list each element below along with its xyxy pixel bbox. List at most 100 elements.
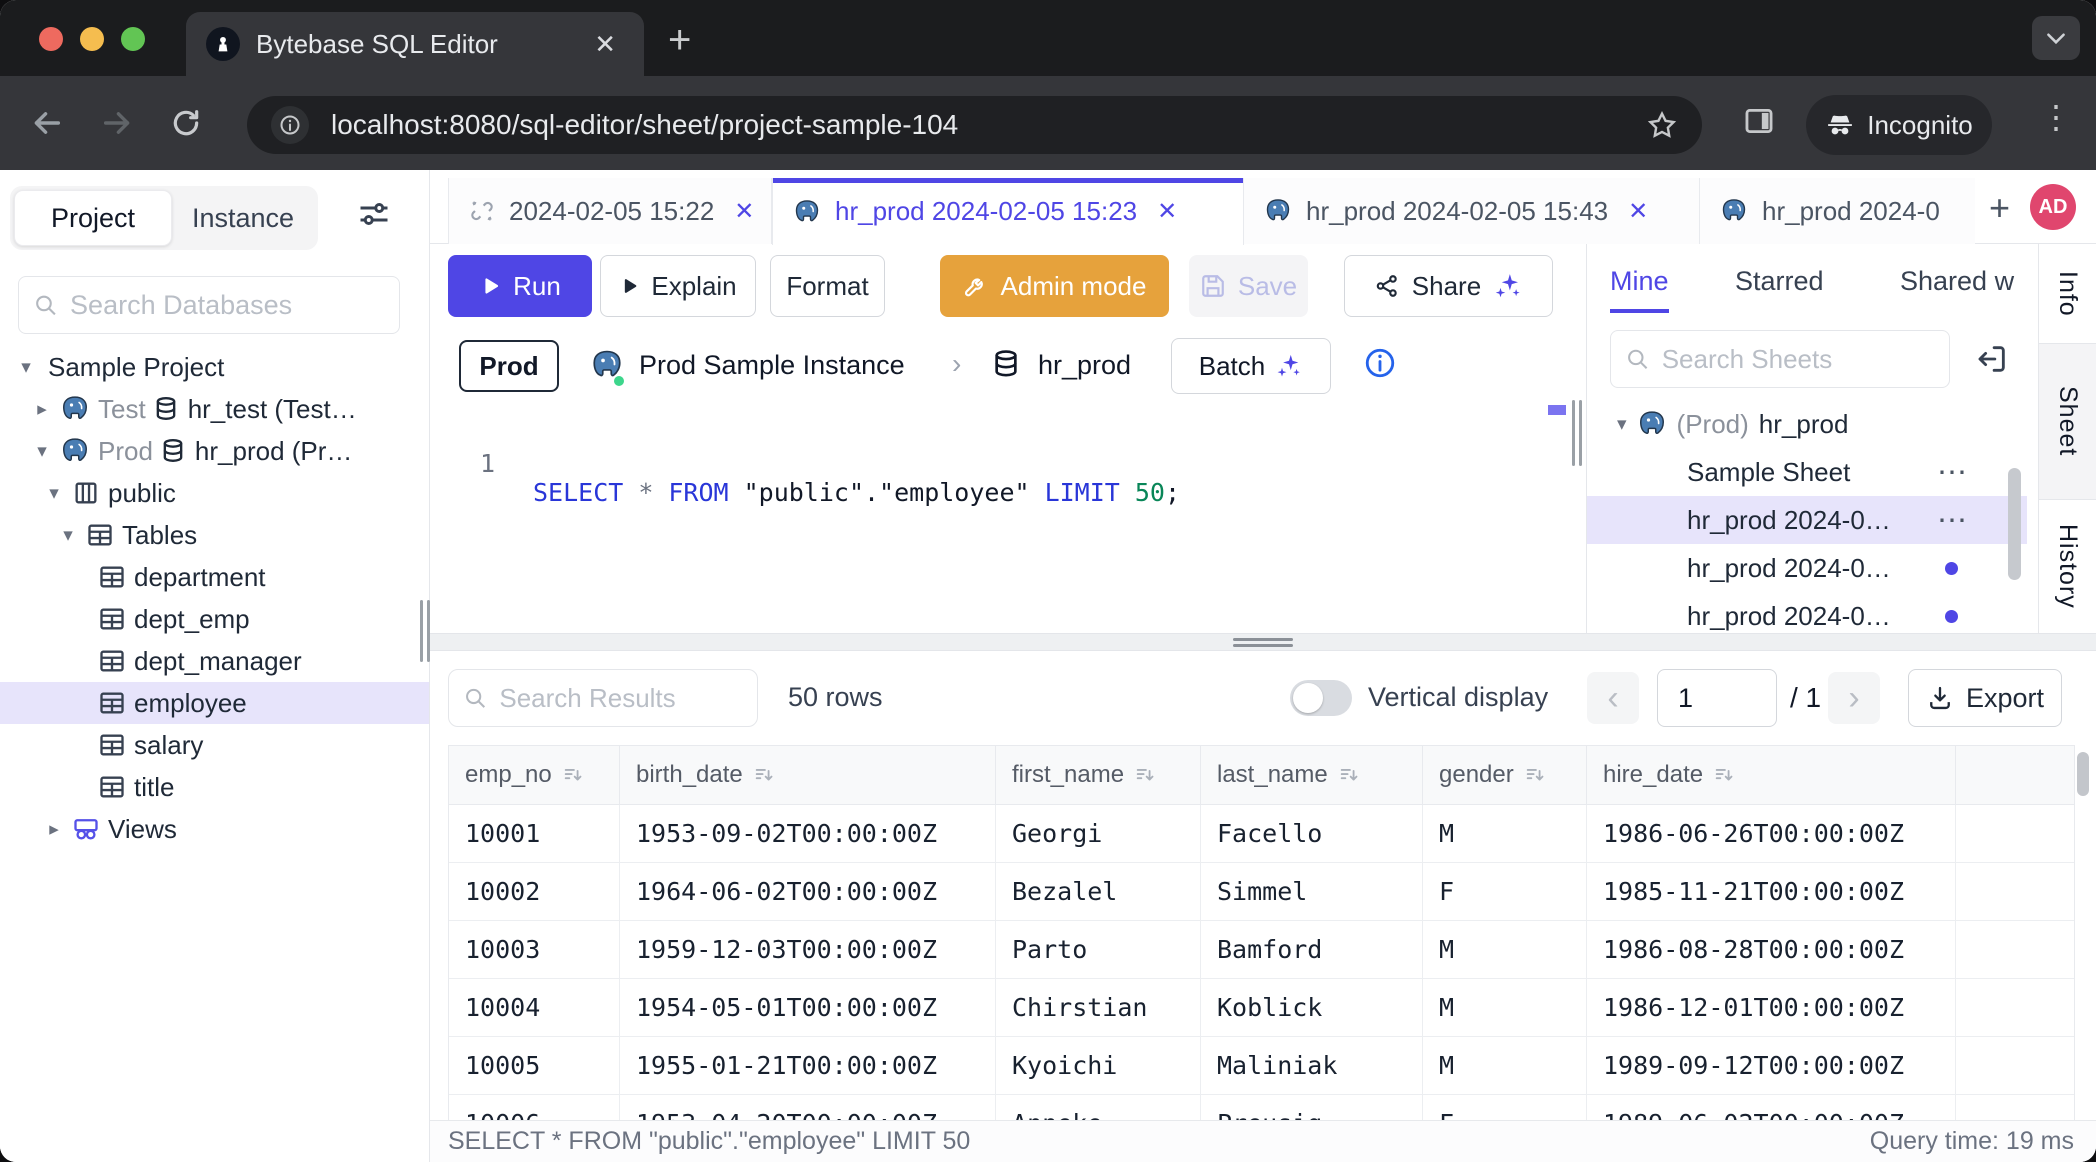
- tab-shared-with-me[interactable]: Shared w: [1900, 266, 2014, 297]
- cell-emp-no[interactable]: 10006: [449, 1095, 620, 1120]
- table-row-partial[interactable]: 10006 1953-04-20T00:00:00Z Anneke Preusi…: [449, 1095, 2074, 1120]
- import-sheet-icon[interactable]: [1975, 342, 2009, 376]
- cell-birth-date[interactable]: 1959-12-03T00:00:00Z: [620, 921, 996, 978]
- run-button[interactable]: Run: [448, 255, 592, 317]
- environment-chip[interactable]: Prod: [459, 340, 559, 392]
- results-table-body[interactable]: 10001 1953-09-02T00:00:00Z Georgi Facell…: [449, 805, 2074, 1120]
- share-button[interactable]: Share: [1344, 255, 1553, 317]
- prev-page-button[interactable]: ‹: [1587, 672, 1639, 724]
- cell-emp-no[interactable]: 10003: [449, 921, 620, 978]
- caret-down-icon[interactable]: ▾: [14, 356, 38, 379]
- bookmark-star-icon[interactable]: [1646, 109, 1678, 141]
- cell-birth-date[interactable]: 1953-04-20T00:00:00Z: [620, 1095, 996, 1120]
- editor-tab-3[interactable]: hr_prod 2024-02-05 15:43 ✕: [1244, 178, 1700, 244]
- sort-icon[interactable]: [753, 764, 775, 786]
- column-header-emp-no[interactable]: emp_no: [449, 746, 620, 804]
- cell-birth-date[interactable]: 1954-05-01T00:00:00Z: [620, 979, 996, 1036]
- caret-down-icon[interactable]: ▾: [1617, 413, 1627, 436]
- page-number-input[interactable]: [1657, 669, 1777, 727]
- tree-item-hr-prod[interactable]: ▾ Prod hr_prod (Pr…: [0, 430, 429, 472]
- tab-sheet[interactable]: Sheet: [2039, 344, 2096, 500]
- info-icon[interactable]: [1363, 346, 1397, 380]
- next-page-button[interactable]: ›: [1828, 672, 1880, 724]
- reload-button[interactable]: [170, 107, 202, 139]
- tree-item-table-title[interactable]: title: [0, 766, 429, 808]
- new-sheet-tab-button[interactable]: +: [1989, 188, 2010, 243]
- editor-panel-resize-handle[interactable]: [1572, 400, 1583, 466]
- editor-tab-1[interactable]: 2024-02-05 15:22 ✕: [448, 178, 772, 244]
- caret-down-icon[interactable]: ▾: [56, 524, 80, 547]
- cell-first-name[interactable]: Anneke: [996, 1095, 1201, 1120]
- cell-first-name[interactable]: Bezalel: [996, 863, 1201, 920]
- sort-icon[interactable]: [1524, 764, 1546, 786]
- vertical-display-toggle[interactable]: [1290, 680, 1352, 716]
- sheet-search[interactable]: [1610, 330, 1950, 388]
- results-resize-handle[interactable]: [430, 633, 2096, 651]
- results-search[interactable]: [448, 669, 758, 727]
- forward-button[interactable]: [100, 106, 134, 140]
- sheet-search-input[interactable]: [1662, 344, 1935, 375]
- sort-icon[interactable]: [1338, 764, 1360, 786]
- cell-birth-date[interactable]: 1964-06-02T00:00:00Z: [620, 863, 996, 920]
- cell-hire-date[interactable]: 1986-06-26T00:00:00Z: [1587, 805, 1956, 862]
- tree-item-table-employee[interactable]: employee: [0, 682, 429, 724]
- cell-hire-date[interactable]: 1985-11-21T00:00:00Z: [1587, 863, 1956, 920]
- instance-name[interactable]: Prod Sample Instance: [639, 350, 905, 381]
- tree-item-hr-test[interactable]: ▸ Test hr_test (Test…: [0, 388, 429, 430]
- column-header-birth-date[interactable]: birth_date: [620, 746, 996, 804]
- tree-item-project[interactable]: ▾ Sample Project: [0, 346, 429, 388]
- cell-emp-no[interactable]: 10001: [449, 805, 620, 862]
- sheet-list-scrollbar[interactable]: [2008, 468, 2021, 580]
- maximize-window-button[interactable]: [121, 27, 145, 51]
- sql-editor-content[interactable]: 1 SELECT*FROM"public"."employee"LIMIT50;: [430, 420, 1586, 536]
- minimize-window-button[interactable]: [80, 27, 104, 51]
- tab-search-chevron-button[interactable]: [2032, 16, 2080, 60]
- cell-last-name[interactable]: Facello: [1201, 805, 1423, 862]
- caret-down-icon[interactable]: ▾: [42, 482, 66, 505]
- cell-gender[interactable]: M: [1423, 805, 1587, 862]
- sort-icon[interactable]: [1134, 764, 1156, 786]
- tab-info[interactable]: Info: [2039, 244, 2096, 344]
- caret-down-icon[interactable]: ▾: [30, 440, 54, 463]
- save-button[interactable]: Save: [1189, 255, 1308, 317]
- table-row[interactable]: 10002 1964-06-02T00:00:00Z Bezalel Simme…: [449, 863, 2074, 921]
- cell-emp-no[interactable]: 10002: [449, 863, 620, 920]
- cell-last-name[interactable]: Maliniak: [1201, 1037, 1423, 1094]
- cell-first-name[interactable]: Georgi: [996, 805, 1201, 862]
- tab-instance[interactable]: Instance: [172, 190, 314, 246]
- tree-item-tables-group[interactable]: ▾ Tables: [0, 514, 429, 556]
- sheet-item[interactable]: Sample Sheet ⋯: [1587, 448, 2027, 496]
- sort-icon[interactable]: [1713, 764, 1735, 786]
- table-row[interactable]: 10003 1959-12-03T00:00:00Z Parto Bamford…: [449, 921, 2074, 979]
- browser-menu-icon[interactable]: ⋮: [2040, 98, 2070, 136]
- tree-item-table-dept-emp[interactable]: dept_emp: [0, 598, 429, 640]
- browser-tab[interactable]: Bytebase SQL Editor ✕: [186, 12, 644, 76]
- tab-mine[interactable]: Mine: [1610, 266, 1669, 313]
- column-header-first-name[interactable]: first_name: [996, 746, 1201, 804]
- cell-first-name[interactable]: Parto: [996, 921, 1201, 978]
- results-scrollbar[interactable]: [2077, 752, 2089, 796]
- address-bar[interactable]: localhost:8080/sql-editor/sheet/project-…: [247, 96, 1702, 154]
- column-header-hire-date[interactable]: hire_date: [1587, 746, 1956, 804]
- browser-tab-close-icon[interactable]: ✕: [586, 27, 624, 61]
- cell-last-name[interactable]: Bamford: [1201, 921, 1423, 978]
- table-row[interactable]: 10004 1954-05-01T00:00:00Z Chirstian Kob…: [449, 979, 2074, 1037]
- cell-last-name[interactable]: Koblick: [1201, 979, 1423, 1036]
- new-browser-tab-button[interactable]: +: [668, 18, 691, 62]
- cell-gender[interactable]: F: [1423, 863, 1587, 920]
- batch-button[interactable]: Batch: [1171, 338, 1331, 394]
- format-button[interactable]: Format: [770, 255, 885, 317]
- sheet-group-row[interactable]: ▾ (Prod) hr_prod: [1587, 400, 2027, 448]
- cell-gender[interactable]: M: [1423, 979, 1587, 1036]
- sheet-item[interactable]: hr_prod 2024-0…: [1587, 592, 2027, 633]
- caret-right-icon[interactable]: ▸: [30, 398, 54, 421]
- cell-hire-date[interactable]: 1989-09-12T00:00:00Z: [1587, 1037, 1956, 1094]
- admin-mode-button[interactable]: Admin mode: [940, 255, 1169, 317]
- tree-item-table-department[interactable]: department: [0, 556, 429, 598]
- column-header-gender[interactable]: gender: [1423, 746, 1587, 804]
- cell-birth-date[interactable]: 1953-09-02T00:00:00Z: [620, 805, 996, 862]
- back-button[interactable]: [30, 106, 64, 140]
- tree-item-views-group[interactable]: ▸ Views: [0, 808, 429, 850]
- tab-project[interactable]: Project: [14, 190, 172, 246]
- sidebar-resize-handle[interactable]: [420, 600, 431, 662]
